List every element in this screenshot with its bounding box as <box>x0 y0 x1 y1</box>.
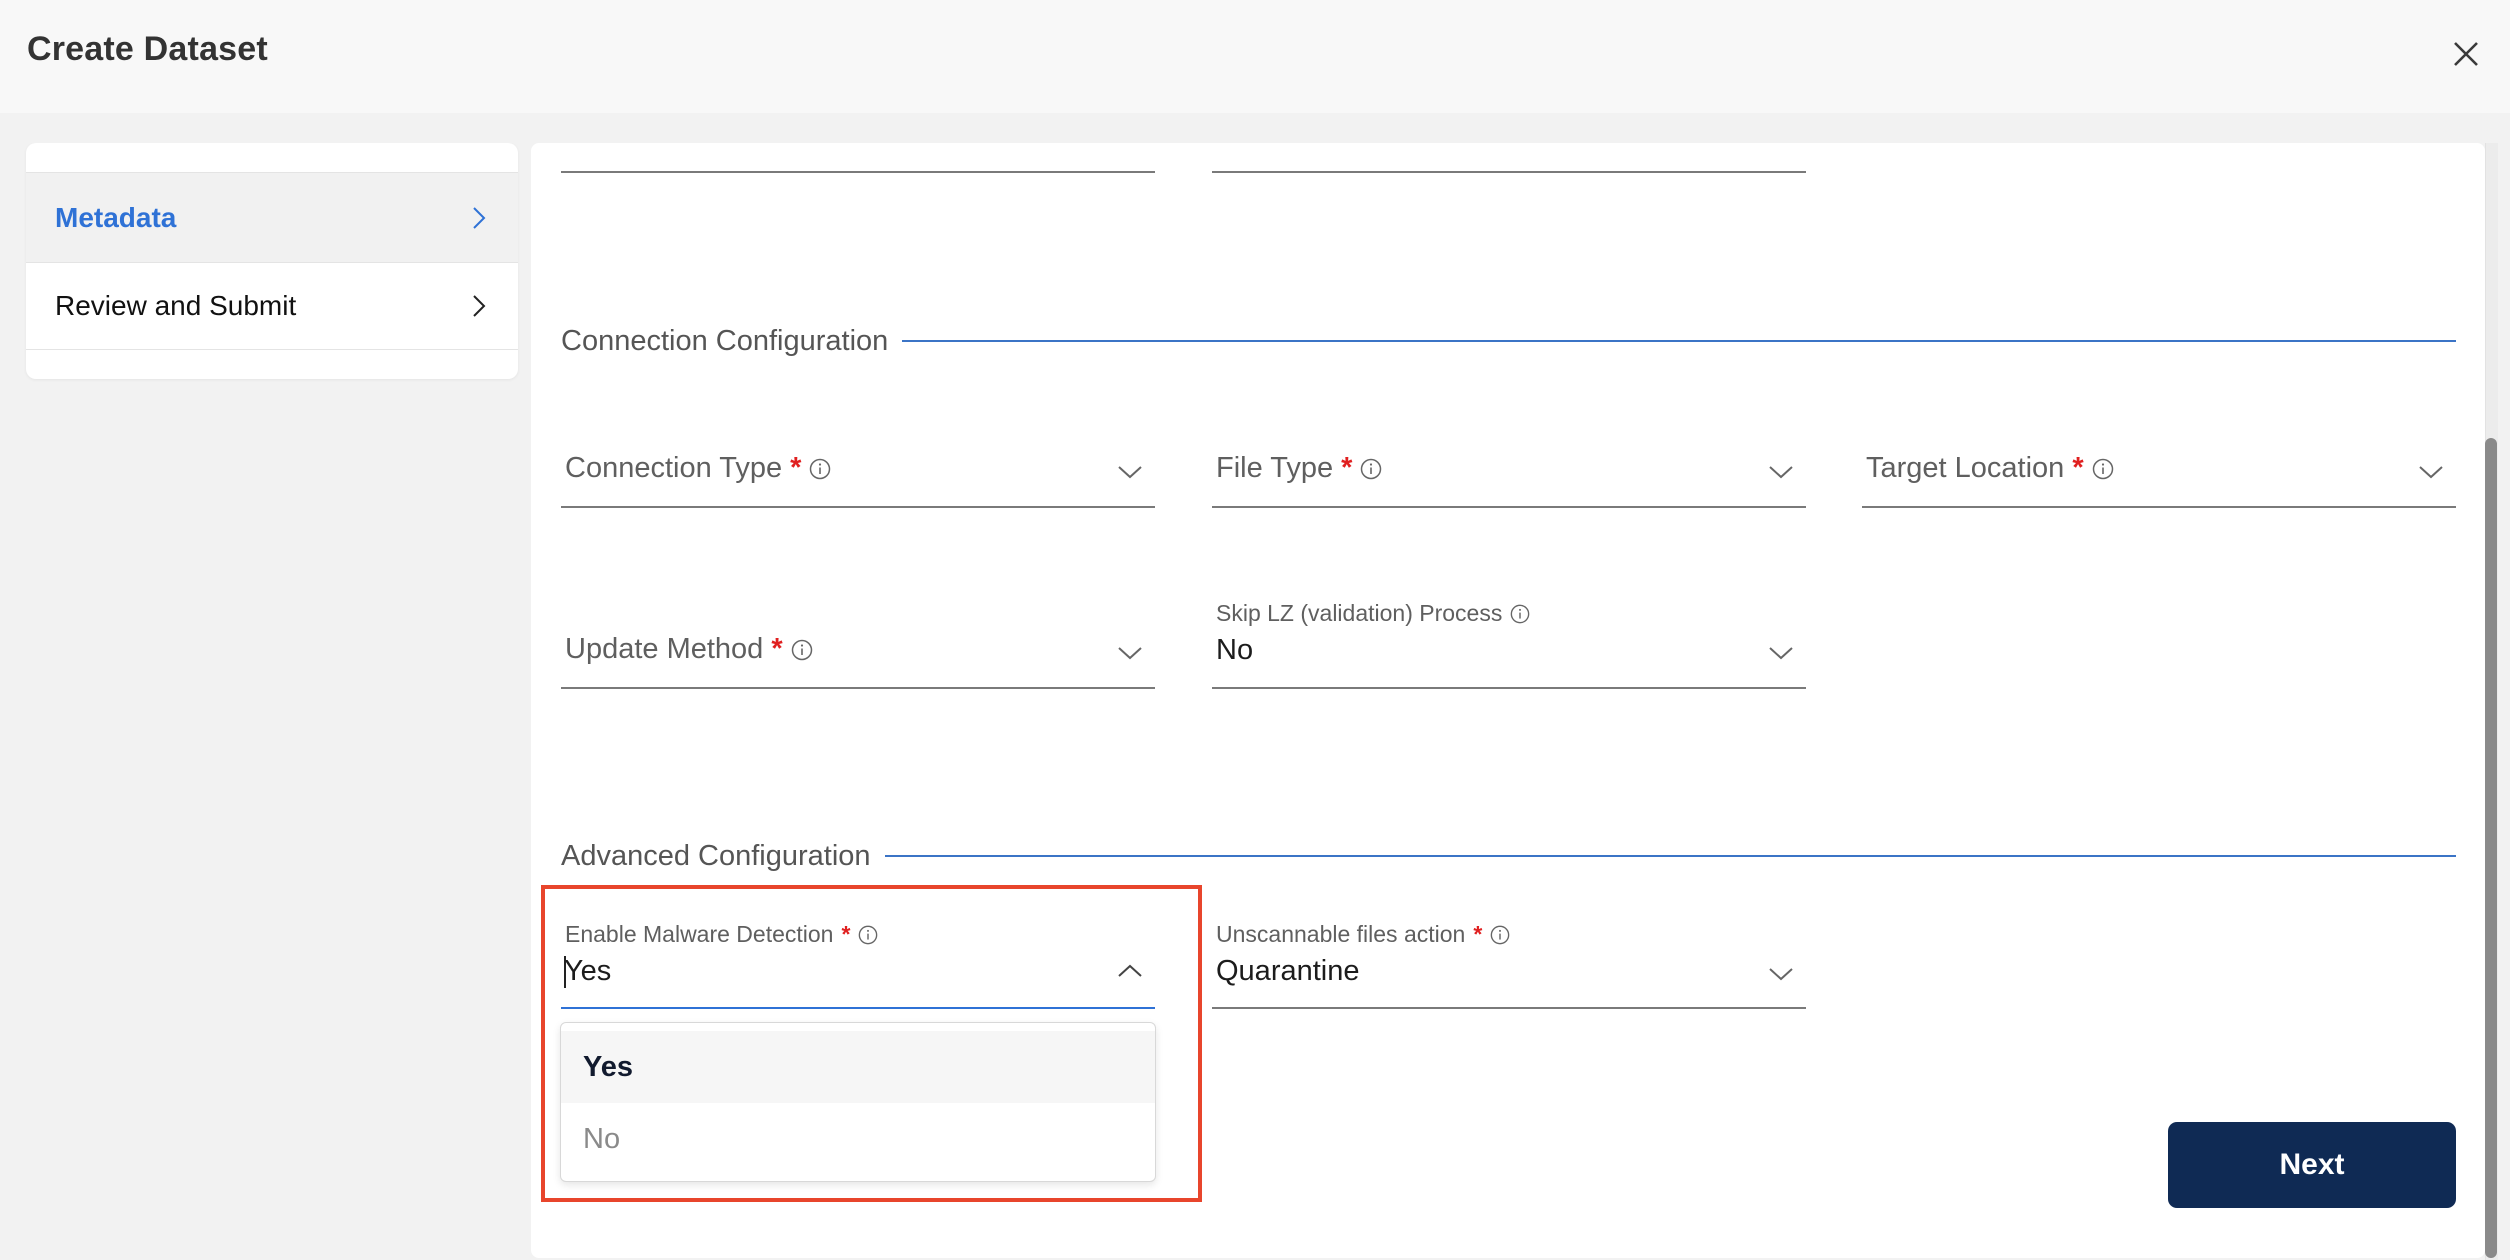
field-label: Enable Malware Detection * <box>565 921 878 948</box>
label-text: Unscannable files action <box>1216 921 1466 947</box>
field-label: Skip LZ (validation) Process <box>1216 600 1530 627</box>
chevron-down-icon <box>1769 968 1793 981</box>
field-underline <box>561 1007 1155 1009</box>
label-text: Enable Malware Detection <box>565 921 834 947</box>
section-advanced-configuration: Advanced Configuration <box>561 836 2456 876</box>
chevron-right-icon <box>473 206 486 229</box>
section-title: Advanced Configuration <box>561 839 871 872</box>
label-text: Target Location <box>1866 452 2065 484</box>
wizard-steps-sidebar: Metadata Review and Submit <box>26 143 518 379</box>
field-underline <box>1212 506 1806 508</box>
field-label: Update Method * <box>565 633 813 666</box>
info-icon[interactable] <box>791 639 813 661</box>
gap-strip <box>0 113 2510 143</box>
info-icon[interactable] <box>2092 458 2114 480</box>
dialog-header: Create Dataset <box>0 0 2510 113</box>
field-value: No <box>1216 634 1254 666</box>
sidebar-item-review-and-submit[interactable]: Review and Submit <box>26 262 518 350</box>
sidebar-item-metadata[interactable]: Metadata <box>26 172 518 262</box>
next-button[interactable]: Next <box>2168 1122 2456 1208</box>
chevron-up-icon <box>1118 964 1142 977</box>
info-icon[interactable] <box>858 925 878 945</box>
malware-detection-dropdown: Yes No <box>560 1022 1156 1182</box>
field-underline <box>1212 171 1806 173</box>
required-marker: * <box>771 633 783 665</box>
field-underline <box>561 687 1155 689</box>
info-icon[interactable] <box>809 458 831 480</box>
scrollbar-thumb[interactable] <box>2485 438 2497 1258</box>
file-type-select[interactable]: File Type * <box>1212 440 1806 508</box>
section-divider <box>884 855 2456 857</box>
section-connection-configuration: Connection Configuration <box>561 321 2456 361</box>
field-label: Connection Type * <box>565 452 831 485</box>
chevron-down-icon <box>1769 647 1793 660</box>
chevron-down-icon <box>1769 466 1793 479</box>
field-underline <box>1212 687 1806 689</box>
dropdown-option-no[interactable]: No <box>561 1103 1155 1175</box>
section-divider <box>902 340 2456 342</box>
connection-type-select[interactable]: Connection Type * <box>561 440 1155 508</box>
field-underline <box>1212 1007 1806 1009</box>
chevron-right-icon <box>473 295 486 317</box>
sidebar-item-label: Review and Submit <box>55 290 297 321</box>
field-label: Unscannable files action * <box>1216 921 1510 948</box>
field-underline <box>1862 506 2456 508</box>
chevron-down-icon <box>1118 647 1142 660</box>
dataset-classification-underline <box>561 143 1155 173</box>
required-marker: * <box>2072 452 2084 484</box>
field-value-wrap: Yes <box>564 955 612 989</box>
label-text: Update Method <box>565 633 764 665</box>
skip-lz-process-select[interactable]: Skip LZ (validation) Process No <box>1212 596 1806 689</box>
dropdown-option-yes[interactable]: Yes <box>561 1031 1155 1103</box>
field-label: Target Location * <box>1866 452 2114 485</box>
update-method-select[interactable]: Update Method * <box>561 620 1155 689</box>
field-value: Yes <box>564 955 612 987</box>
required-marker: * <box>1473 921 1483 947</box>
required-marker: * <box>1341 452 1353 484</box>
chevron-down-icon <box>2419 466 2443 479</box>
label-text: File Type <box>1216 452 1334 484</box>
field-underline <box>561 171 1155 173</box>
required-marker: * <box>790 452 802 484</box>
label-text: Connection Type <box>565 452 783 484</box>
required-marker: * <box>841 921 851 947</box>
info-icon[interactable] <box>1360 458 1382 480</box>
info-icon[interactable] <box>1490 925 1510 945</box>
unscannable-files-action-select[interactable]: Unscannable files action * Quarantine <box>1212 917 1806 1009</box>
field-label: File Type * <box>1216 452 1382 485</box>
sidebar-item-label: Metadata <box>55 201 177 233</box>
field-value: Quarantine <box>1216 955 1360 987</box>
field-underline <box>561 506 1155 508</box>
enable-malware-detection-select[interactable]: Enable Malware Detection * Yes <box>561 917 1155 1009</box>
section-title: Connection Configuration <box>561 324 889 357</box>
info-icon[interactable] <box>1510 604 1530 624</box>
close-icon[interactable] <box>2452 40 2480 68</box>
chevron-down-icon <box>1118 466 1142 479</box>
label-text: Skip LZ (validation) Process <box>1216 600 1503 626</box>
target-location-select[interactable]: Target Location * <box>1862 440 2456 508</box>
keywords-field[interactable] <box>1212 143 1806 173</box>
dialog-title-overlay: Create Dataset <box>27 30 268 68</box>
